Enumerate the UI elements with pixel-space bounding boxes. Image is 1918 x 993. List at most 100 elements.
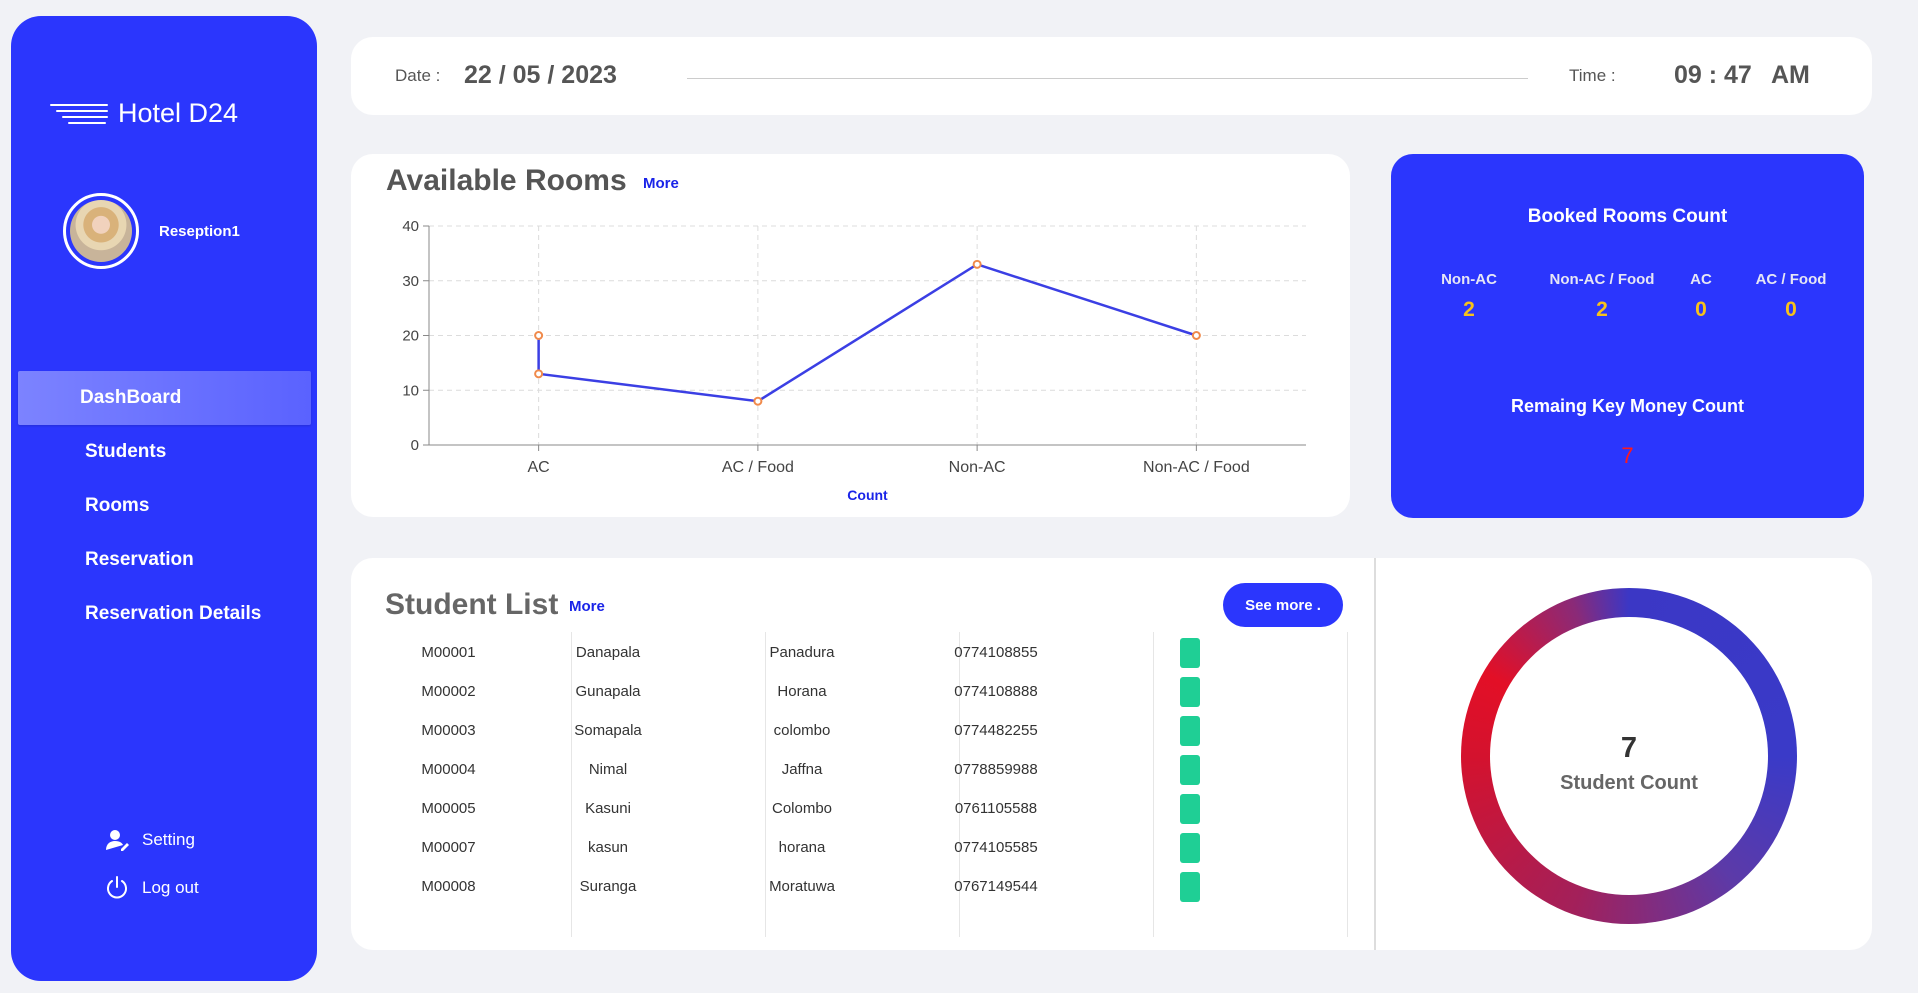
booked-rooms-title: Booked Rooms Count (1527, 206, 1728, 227)
student-id-cell: M00003 (421, 722, 476, 739)
logout-label: Log out (142, 878, 199, 897)
student-phone-cell: 0774105585 (954, 839, 1038, 856)
status-cell (1093, 676, 1287, 707)
time-label: Time : (1569, 66, 1616, 85)
y-tick-label: 0 (411, 437, 419, 454)
avatar[interactable] (63, 193, 139, 269)
setting-label: Setting (142, 830, 195, 849)
booked-rooms-card: Booked Rooms Count Non-AC 2 Non-AC / Foo… (1391, 154, 1864, 518)
status-cell (1093, 871, 1287, 902)
x-axis-title: Count (847, 487, 888, 503)
student-name-cell: kasun (587, 839, 629, 856)
column-divider (1347, 632, 1348, 937)
sidebar-item-dashboard[interactable]: DashBoard (18, 371, 311, 425)
student-name-cell: Suranga (579, 878, 637, 895)
user-name: Reseption1 (159, 222, 240, 240)
brand-title: Hotel D24 (118, 98, 239, 128)
booked-col-value: 2 (1596, 298, 1608, 321)
status-indicator[interactable] (1180, 715, 1200, 746)
booked-col-label: AC / Food (1755, 271, 1827, 288)
status-indicator[interactable] (1180, 637, 1200, 668)
student-list-card: Student List More See more . M00001 Danap… (351, 558, 1872, 950)
student-count-ring: 7 Student Count (1461, 588, 1797, 924)
sidebar-item-label: Rooms (85, 495, 150, 516)
status-indicator[interactable] (1180, 793, 1200, 824)
brand: Hotel D24 (50, 98, 238, 129)
student-city-cell: horana (778, 839, 826, 856)
student-id-cell: M00001 (421, 644, 476, 661)
status-indicator[interactable] (1180, 832, 1200, 863)
setting-link[interactable]: Setting (104, 816, 199, 864)
booked-col-non-ac-food: Non-AC / Food 2 (1529, 271, 1675, 322)
ring-center: 7 Student Count (1490, 617, 1768, 895)
student-id-cell: M00002 (421, 683, 476, 700)
x-tick-label: AC (528, 459, 550, 476)
date-value: 22 / 05 / 2023 (464, 61, 617, 89)
student-city-cell: colombo (773, 722, 831, 739)
student-id-cell: M00005 (421, 800, 476, 817)
date-time-bar: Date : 22 / 05 / 2023 Time : 09 : 47 AM (351, 37, 1872, 115)
sidebar-item-reservation[interactable]: Reservation (18, 533, 311, 587)
student-phone-cell: 0767149544 (954, 878, 1038, 895)
sidebar-item-students[interactable]: Students (18, 425, 311, 479)
student-count-label: Student Count (1560, 772, 1698, 794)
y-tick-label: 10 (402, 382, 419, 399)
divider (687, 78, 1528, 79)
booked-col-ac-food: AC / Food 0 (1739, 271, 1843, 322)
student-list-title: Student List (385, 588, 559, 621)
x-tick-label: Non-AC (949, 459, 1006, 476)
y-tick-label: 40 (402, 218, 419, 235)
see-more-button[interactable]: See more . (1223, 583, 1343, 627)
student-name-cell: Nimal (588, 761, 628, 778)
time-ampm: AM (1771, 61, 1810, 89)
student-city-cell: Panadura (769, 644, 835, 661)
sidebar-item-label: DashBoard (80, 387, 182, 408)
sidebar-nav: DashBoard Students Rooms Reservation Res… (18, 371, 311, 641)
student-name-cell: Danapala (575, 644, 641, 661)
data-point (534, 331, 544, 340)
table-row[interactable]: M00007 kasun horana 0774105585 (386, 828, 1287, 867)
available-rooms-chart: 0 10 20 30 40 AC AC / Food Non-AC Non-AC / Food C… (402, 218, 1306, 503)
student-id-cell: M00007 (421, 839, 476, 856)
booked-col-ac: AC 0 (1671, 271, 1731, 322)
status-cell (1093, 793, 1287, 824)
booked-col-label: Non-AC / Food (1549, 271, 1655, 288)
status-indicator[interactable] (1180, 871, 1200, 902)
y-tick-label: 30 (402, 273, 419, 290)
user-settings-icon (106, 830, 129, 851)
data-point (1191, 331, 1201, 340)
status-cell (1093, 715, 1287, 746)
table-row[interactable]: M00001 Danapala Panadura 0774108855 (386, 633, 1287, 672)
status-cell (1093, 832, 1287, 863)
table-row[interactable]: M00003 Somapala colombo 0774482255 (386, 711, 1287, 750)
student-id-cell: M00004 (421, 761, 476, 778)
status-indicator[interactable] (1180, 754, 1200, 785)
sidebar-bottom: Setting Log out (104, 816, 199, 912)
data-point (972, 259, 982, 269)
student-phone-cell: 0761105588 (954, 800, 1038, 817)
status-indicator[interactable] (1180, 676, 1200, 707)
student-phone-cell: 0774108888 (954, 683, 1038, 700)
student-city-cell: Horana (777, 683, 827, 700)
data-point (534, 369, 544, 379)
table-row[interactable]: M00008 Suranga Moratuwa 0767149544 (386, 867, 1287, 906)
sidebar: Hotel D24 Reseption1 DashBoard Students … (11, 16, 317, 981)
booked-col-label: Non-AC (1441, 271, 1497, 288)
date-label: Date : (395, 66, 441, 85)
student-name-cell: Somapala (574, 722, 642, 739)
user-profile: Reseption1 (63, 193, 240, 269)
x-tick-label: Non-AC / Food (1143, 459, 1250, 476)
student-phone-cell: 0774482255 (954, 722, 1038, 739)
sidebar-item-rooms[interactable]: Rooms (18, 479, 311, 533)
table-row[interactable]: M00002 Gunapala Horana 0774108888 (386, 672, 1287, 711)
table-row[interactable]: M00005 Kasuni Colombo 0761105588 (386, 789, 1287, 828)
table-row[interactable]: M00004 Nimal Jaffna 0778859988 (386, 750, 1287, 789)
status-cell (1093, 637, 1287, 668)
students-more-link[interactable]: More (569, 598, 605, 615)
student-phone-cell: 0778859988 (954, 761, 1038, 778)
key-money-title: Remaing Key Money Count (1510, 396, 1745, 416)
booked-col-value: 0 (1695, 298, 1707, 321)
student-city-cell: Jaffna (781, 761, 823, 778)
sidebar-item-reservation-details[interactable]: Reservation Details (18, 587, 311, 641)
logout-link[interactable]: Log out (104, 864, 199, 912)
